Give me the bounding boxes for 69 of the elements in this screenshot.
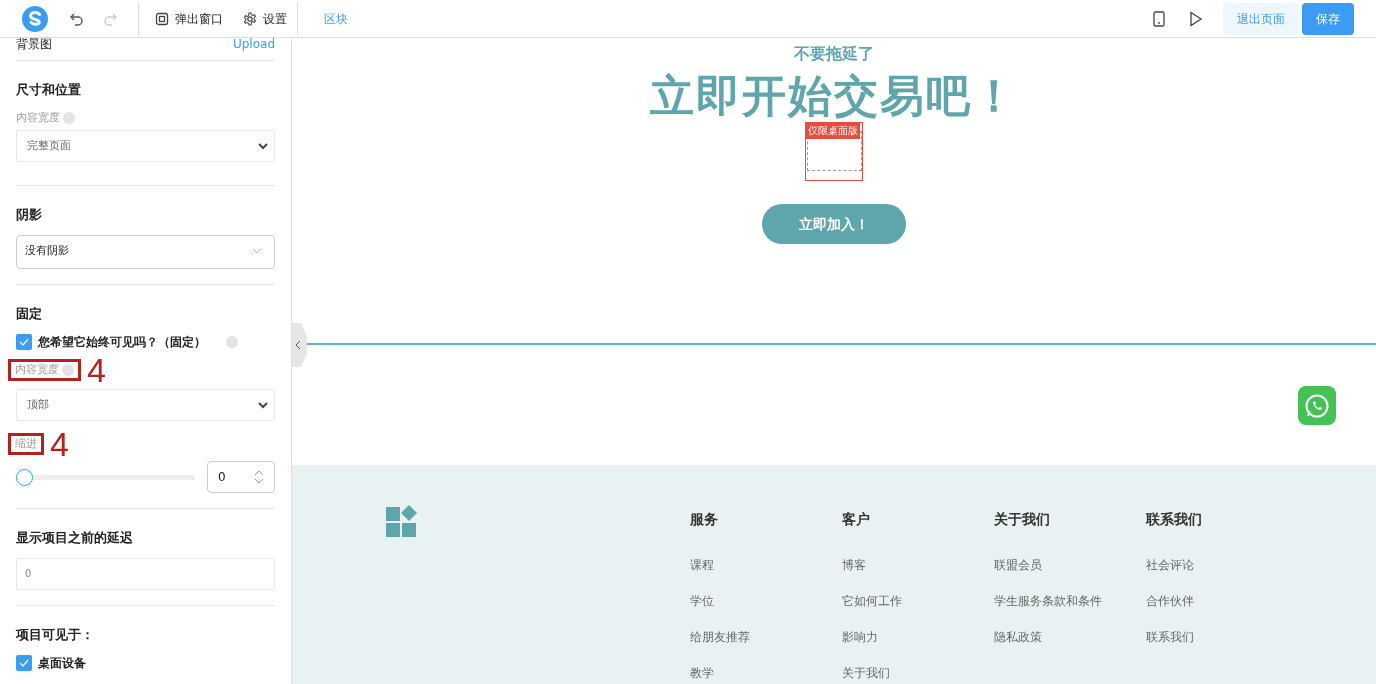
chevron-down-icon [258,142,268,150]
checkbox[interactable] [16,655,32,671]
footer-link[interactable]: 关于我们 [842,664,994,682]
footer-link[interactable]: 联系我们 [1146,628,1298,646]
number-value: 0 [218,469,226,486]
checkmark-icon [19,338,29,346]
desktop-only-badge: 仅限桌面版 [806,123,860,139]
input-field[interactable]: 0 [16,557,275,590]
toolbar-button[interactable]: 弹出窗口 [145,9,233,28]
select-value: 顶部 [27,396,49,413]
footer-link[interactable]: 它如何工作 [842,592,994,610]
checkmark-icon [19,659,29,667]
chevron-left-icon [295,340,301,350]
footer-link[interactable]: 社会评论 [1146,556,1298,574]
footer-link[interactable]: 学生服务条款和条件 [994,592,1146,610]
blocks-logo-icon [386,505,418,537]
select-value: 完整页面 [27,137,71,154]
footer-heading: 客户 [842,510,871,529]
phone-bubble-icon [1304,392,1330,419]
section-title: 尺寸和位置 [16,81,82,99]
settings-icon [243,11,257,26]
annotation-number: 4 [87,355,106,385]
exit-page-button[interactable]: 退出页面 [1223,2,1299,35]
chevron-down-icon [252,248,262,255]
footer-link[interactable]: 教学 [690,664,842,682]
checkbox[interactable] [16,334,32,350]
footer-link[interactable]: 隐私政策 [994,628,1146,646]
chat-button[interactable] [1298,386,1336,425]
footer-heading: 服务 [690,510,719,529]
mobile-device-icon[interactable] [1153,10,1165,27]
tab[interactable]: 区块 [298,9,374,28]
play-icon[interactable] [1189,10,1203,27]
select-field[interactable]: 顶部 [16,389,275,421]
section-title: 显示项目之前的延迟 [16,529,134,547]
footer-link[interactable]: 博客 [842,556,994,574]
footer-link[interactable]: 给朋友推荐 [690,628,842,646]
field-label: 背景图 [16,38,52,53]
footer-heading: 联系我们 [1146,510,1203,529]
chevron-down-icon [258,401,268,409]
save-button[interactable]: 保存 [1302,2,1354,35]
annotation-number: 4 [50,429,69,459]
section-title: 阴影 [16,206,43,224]
upload-link[interactable]: Upload [232,38,275,53]
dropdown-field[interactable]: 没有阴影 [16,234,275,269]
popup-window-icon [155,11,169,26]
subtitle: 不要拖延了 [794,43,874,65]
footer-link[interactable]: 合作伙伴 [1146,592,1298,610]
footer-link[interactable]: 学位 [690,592,842,610]
field-label: 缩进 [15,435,37,452]
headline: 立即开始交易吧！ [650,70,1018,122]
join-button[interactable]: 立即加入！ [762,204,906,244]
section-title: 固定 [16,304,43,323]
footer-link[interactable]: 课程 [690,556,842,574]
field-label: 内容宽度 [15,361,59,378]
field-label: 内容宽度 [16,109,60,126]
stepper-icon [254,469,264,485]
select-value: 没有阴影 [25,243,69,260]
checkbox-label: 您希望它始终可见吗？（固定） [38,334,206,351]
select-field[interactable]: 完整页面 [16,130,275,162]
checkbox-label: 桌面设备 [38,655,86,672]
slider-thumb[interactable] [16,468,33,486]
footer-link[interactable]: 影响力 [842,628,994,646]
number-field[interactable]: 0 [207,461,275,493]
toolbar-button[interactable]: 设置 [233,9,297,28]
footer-heading: 关于我们 [994,510,1051,529]
logo-icon[interactable] [22,5,48,32]
footer-link[interactable]: 联盟会员 [994,556,1146,574]
slider[interactable] [16,468,195,486]
section-title: 项目可见于： [16,625,95,644]
